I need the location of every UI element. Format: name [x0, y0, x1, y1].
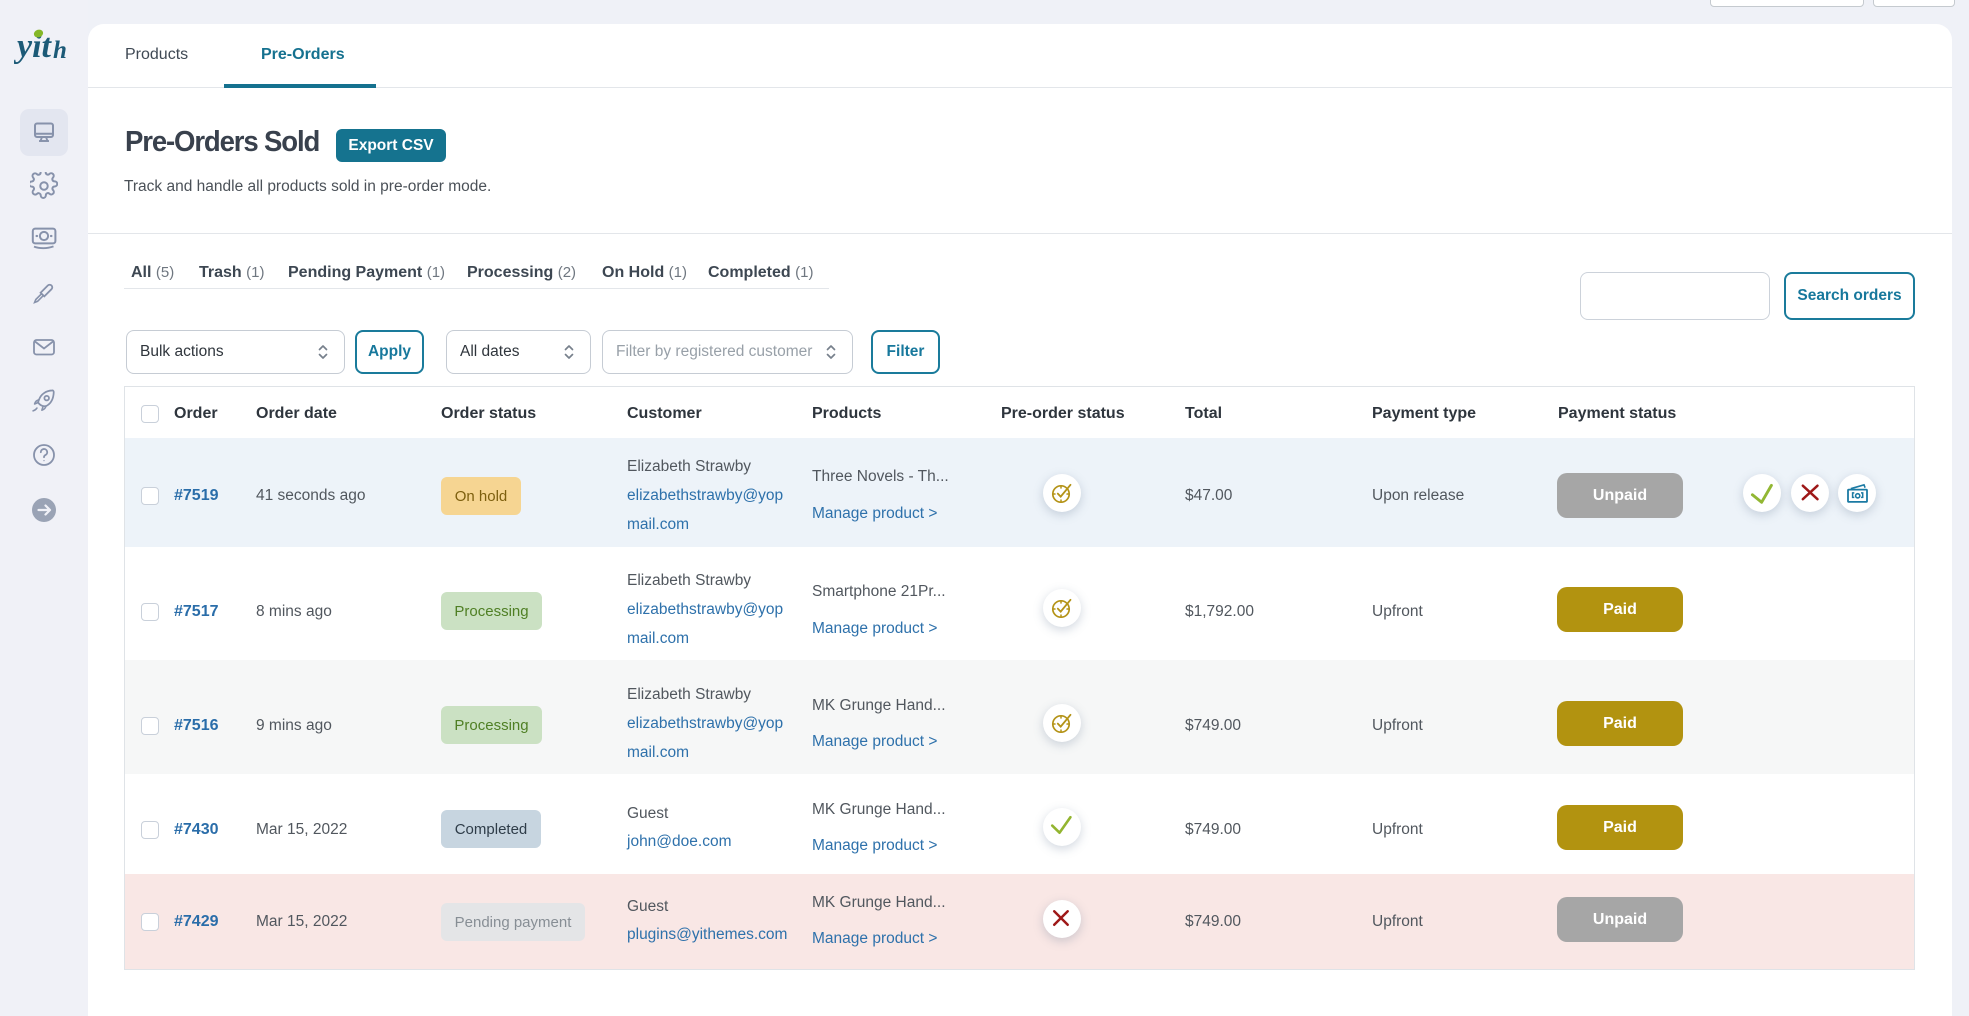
- svg-text:yit: yit: [14, 28, 53, 65]
- svg-text:h: h: [53, 37, 67, 64]
